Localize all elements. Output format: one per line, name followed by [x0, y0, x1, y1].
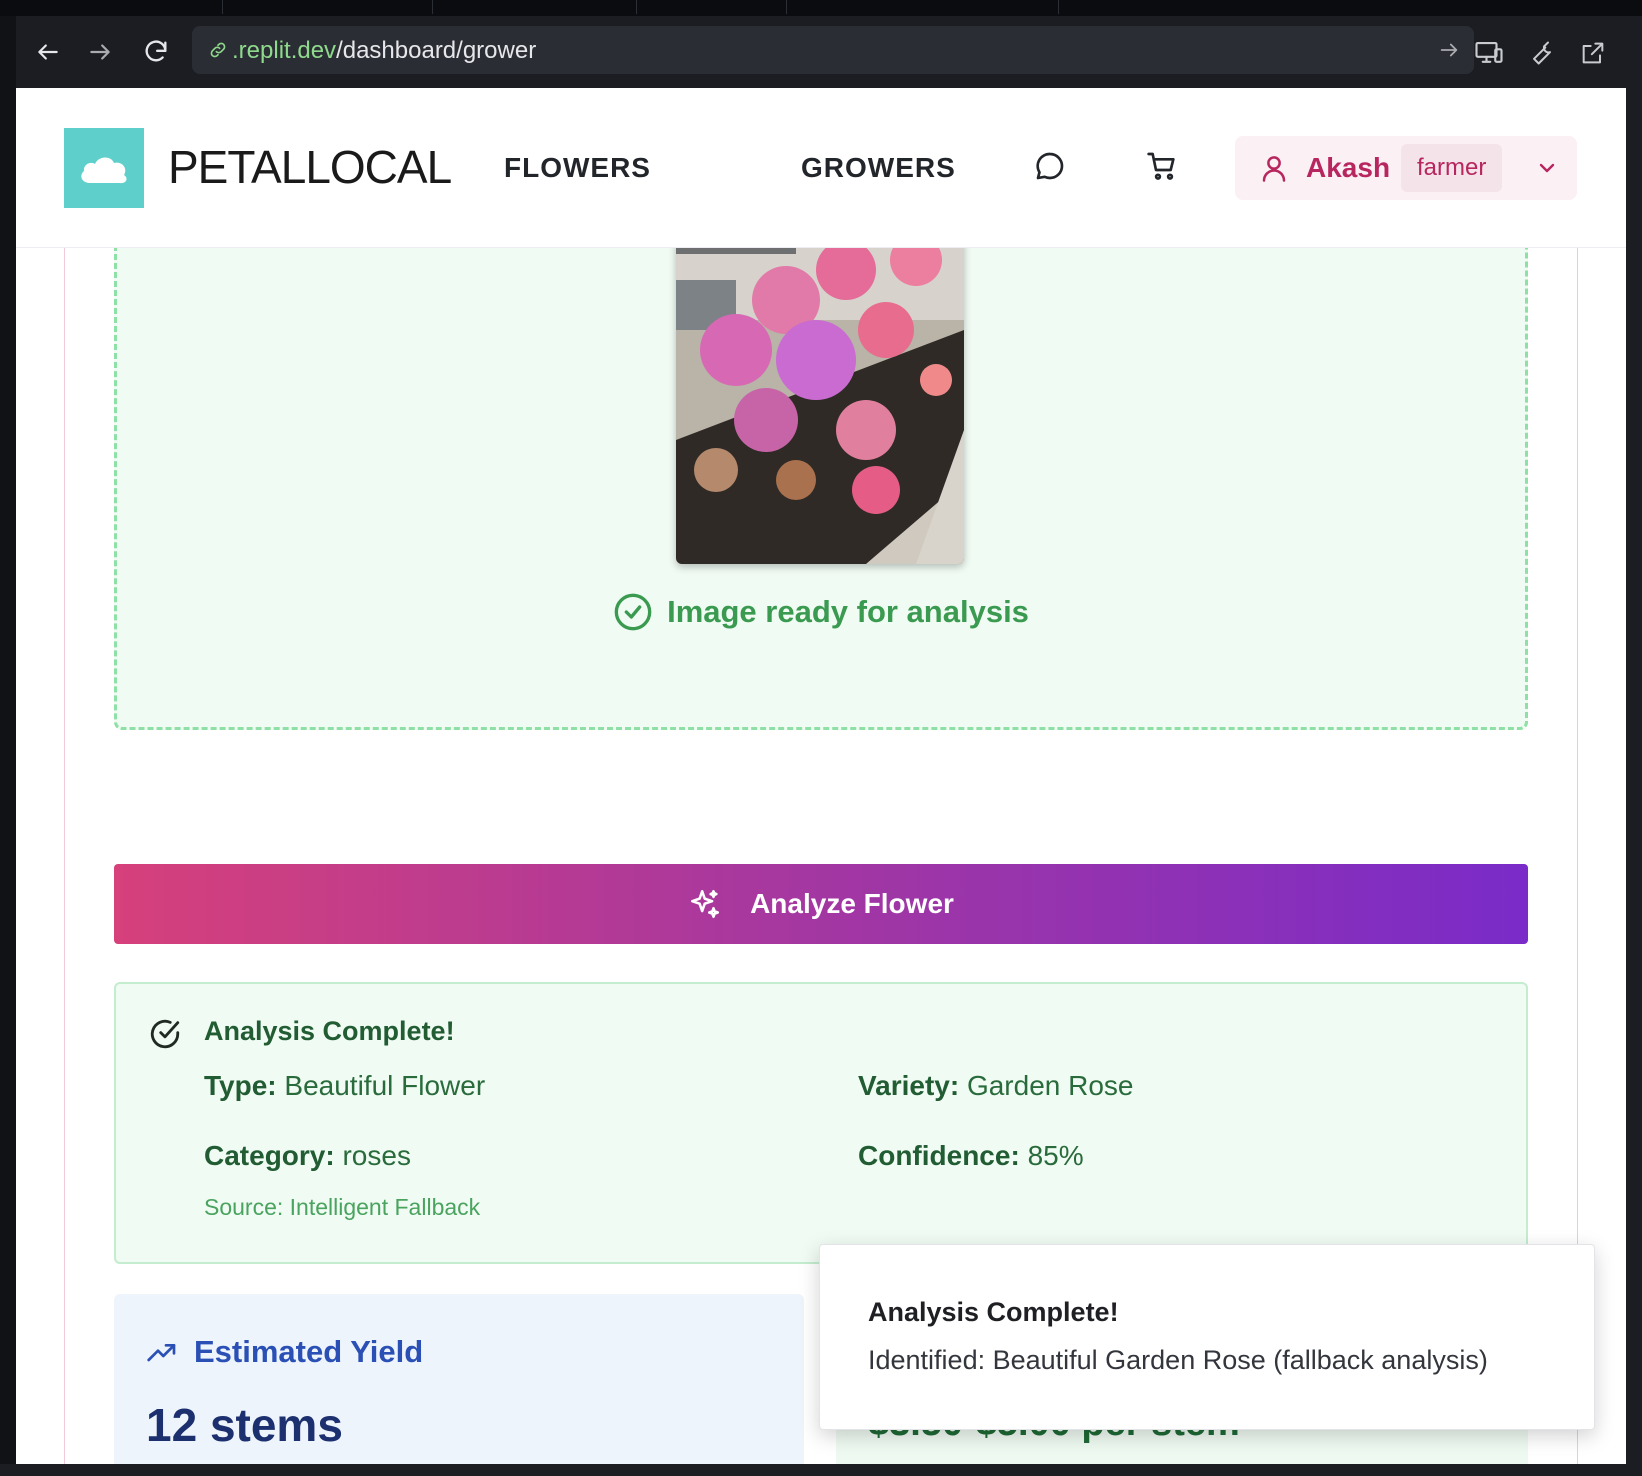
tab-separator	[222, 0, 223, 14]
url-text: .replit.dev/dashboard/grower	[232, 37, 536, 65]
confidence-field: Confidence: 85%	[858, 1140, 1084, 1172]
tab-separator	[786, 0, 787, 14]
toast-title: Analysis Complete!	[868, 1297, 1119, 1327]
user-role-badge: farmer	[1401, 144, 1503, 192]
forward-arrow-icon[interactable]	[84, 36, 116, 68]
app-header: PETALLOCAL FLOWERS GROWERS Akash farmer	[16, 88, 1626, 248]
category-label: Category:	[204, 1140, 335, 1171]
category-field: Category: roses	[204, 1140, 411, 1172]
open-external-icon[interactable]	[1576, 36, 1610, 70]
type-value: Beautiful Flower	[284, 1070, 486, 1101]
window-frame-right	[1626, 16, 1642, 1476]
type-field: Type: Beautiful Flower	[204, 1070, 485, 1102]
check-circle-icon	[614, 593, 652, 631]
page-viewport: Image ready for analysis Analyze Flower …	[16, 88, 1626, 1464]
window-frame-bottom	[0, 1464, 1642, 1476]
sparkles-icon	[691, 889, 720, 919]
browser-tab-strip	[0, 0, 1642, 16]
confidence-value: 85%	[1027, 1140, 1084, 1171]
user-menu-button[interactable]: Akash farmer	[1235, 136, 1577, 200]
toast-notification[interactable]: Analysis Complete! Identified: Beautiful…	[819, 1244, 1595, 1430]
upload-status-text: Image ready for analysis	[667, 594, 1029, 629]
url-path: /dashboard/grower	[336, 37, 537, 64]
analysis-result-panel: Analysis Complete! Type: Beautiful Flowe…	[114, 982, 1528, 1264]
user-icon	[1259, 152, 1289, 189]
chevron-down-icon	[1535, 156, 1559, 185]
variety-field: Variety: Garden Rose	[858, 1070, 1134, 1102]
confidence-label: Confidence:	[858, 1140, 1020, 1171]
go-arrow-icon[interactable]	[1438, 39, 1460, 66]
brand-name[interactable]: PETALLOCAL	[168, 140, 452, 194]
nav-growers[interactable]: GROWERS	[801, 152, 956, 184]
cloud-icon	[81, 157, 127, 184]
message-circle-icon[interactable]	[1032, 148, 1068, 184]
analysis-source: Source: Intelligent Fallback	[204, 1194, 481, 1220]
analyze-flower-button[interactable]: Analyze Flower	[114, 864, 1528, 944]
trending-up-icon	[146, 1340, 178, 1369]
estimated-yield-card: Estimated Yield 12 stems	[114, 1294, 804, 1464]
check-circle-icon	[148, 1017, 182, 1056]
devices-icon[interactable]	[1472, 36, 1506, 70]
address-bar[interactable]: .replit.dev/dashboard/grower	[192, 26, 1474, 74]
tab-separator	[432, 0, 433, 14]
user-name: Akash	[1306, 152, 1391, 183]
logo[interactable]	[64, 128, 144, 208]
url-host: .replit.dev	[232, 37, 337, 64]
variety-value: Garden Rose	[966, 1070, 1134, 1101]
browser-toolbar: .replit.dev/dashboard/grower	[16, 16, 1626, 88]
nav-flowers[interactable]: FLOWERS	[504, 152, 651, 184]
analysis-title: Analysis Complete!	[204, 1016, 455, 1046]
reload-icon[interactable]	[140, 36, 172, 68]
variety-label: Variety:	[858, 1070, 960, 1101]
tab-separator	[636, 0, 637, 14]
upload-status: Image ready for analysis	[117, 592, 1525, 632]
analyze-flower-label: Analyze Flower	[750, 888, 954, 919]
shopping-cart-icon[interactable]	[1144, 148, 1180, 184]
link-icon	[208, 40, 228, 60]
category-value: roses	[342, 1140, 411, 1171]
wrench-icon[interactable]	[1524, 36, 1558, 70]
estimated-yield-value: 12 stems	[146, 1399, 343, 1451]
back-arrow-icon[interactable]	[32, 36, 64, 68]
estimated-yield-title: Estimated Yield	[194, 1334, 424, 1369]
type-label: Type:	[204, 1070, 277, 1101]
tab-separator	[1058, 0, 1059, 14]
toast-description: Identified: Beautiful Garden Rose (fallb…	[868, 1345, 1488, 1375]
